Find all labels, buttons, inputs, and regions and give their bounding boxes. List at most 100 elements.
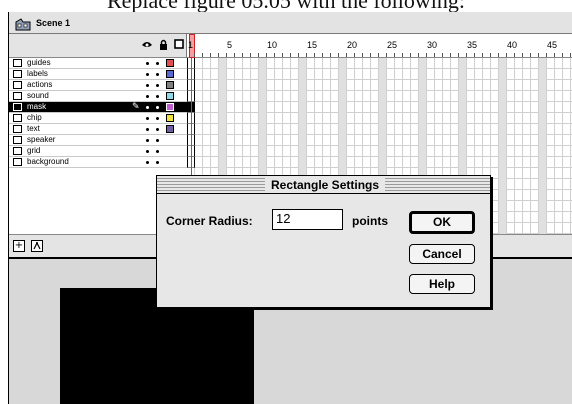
ruler-tick <box>194 53 195 57</box>
layer-row-mask[interactable]: mask ✎ <box>9 102 187 113</box>
visibility-dot[interactable] <box>146 128 149 131</box>
layer-row-text[interactable]: text <box>9 124 187 135</box>
frame-number: 15 <box>307 40 318 50</box>
visibility-dot[interactable] <box>146 62 149 65</box>
frame-number: 1 <box>188 40 194 50</box>
visibility-dot[interactable] <box>146 139 149 142</box>
add-guide-layer-icon[interactable] <box>31 240 43 252</box>
ruler-tick <box>202 53 203 57</box>
ruler-tick <box>514 53 515 57</box>
ruler-tick <box>418 53 419 57</box>
layer-name: speaker <box>27 135 56 144</box>
lock-dot[interactable] <box>156 128 159 131</box>
ruler-tick <box>282 53 283 57</box>
visibility-dot[interactable] <box>146 117 149 120</box>
help-button[interactable]: Help <box>409 274 475 294</box>
ruler-tick <box>306 53 307 57</box>
layer-page-icon <box>13 59 22 67</box>
lock-dot[interactable] <box>156 139 159 142</box>
outline-color-swatch[interactable] <box>166 125 174 133</box>
layer-name: text <box>27 124 40 133</box>
dialog-title: Rectangle Settings <box>265 177 386 193</box>
ruler-tick <box>570 53 571 57</box>
ruler-tick <box>482 53 483 57</box>
layer-row-background[interactable]: background <box>9 157 187 168</box>
layer-page-icon <box>13 103 22 111</box>
ruler-tick <box>346 53 347 57</box>
ruler-tick <box>250 53 251 57</box>
lock-dot[interactable] <box>156 106 159 109</box>
outline-icon[interactable] <box>173 38 185 50</box>
layer-row-actions[interactable]: actions <box>9 80 187 91</box>
layer-row-chip[interactable]: chip <box>9 113 187 124</box>
ruler-tick <box>330 53 331 57</box>
cancel-button[interactable]: Cancel <box>409 244 475 264</box>
layer-name: background <box>27 157 69 166</box>
layer-row-guides[interactable]: guides <box>9 58 187 69</box>
layer-name: grid <box>27 146 41 155</box>
visibility-dot[interactable] <box>146 150 149 153</box>
layer-row-sound[interactable]: sound <box>9 91 187 102</box>
lock-dot[interactable] <box>156 95 159 98</box>
ruler-tick <box>234 53 235 57</box>
layer-page-icon <box>13 92 22 100</box>
layer-row-grid[interactable]: grid <box>9 146 187 157</box>
layer-name: guides <box>27 58 51 67</box>
layer-page-icon <box>13 125 22 133</box>
visibility-dot[interactable] <box>146 161 149 164</box>
add-layer-icon[interactable]: + <box>13 240 25 252</box>
layer-row-labels[interactable]: labels <box>9 69 187 80</box>
ruler-tick <box>506 53 507 57</box>
layer-name: sound <box>27 91 49 100</box>
ruler-tick <box>450 53 451 57</box>
lock-dot[interactable] <box>156 84 159 87</box>
layer-page-icon <box>13 114 22 122</box>
lock-dot[interactable] <box>156 161 159 164</box>
ruler-tick <box>410 53 411 57</box>
frame-ruler[interactable]: 15101520253035404550 <box>187 34 572 58</box>
outline-color-swatch[interactable] <box>166 92 174 100</box>
outline-color-swatch[interactable] <box>166 114 174 122</box>
visibility-dot[interactable] <box>146 95 149 98</box>
layer-page-icon <box>13 81 22 89</box>
ruler-tick <box>394 53 395 57</box>
eye-icon[interactable] <box>141 38 153 50</box>
ruler-tick <box>522 53 523 57</box>
visibility-dot[interactable] <box>146 106 149 109</box>
outline-color-swatch[interactable] <box>166 70 174 78</box>
ruler-tick <box>370 53 371 57</box>
ruler-tick <box>490 53 491 57</box>
outline-color-swatch[interactable] <box>166 103 174 111</box>
ruler-tick <box>210 53 211 57</box>
ruler-tick <box>378 53 379 57</box>
corner-radius-input[interactable]: 12 <box>272 209 343 230</box>
ruler-tick <box>338 53 339 57</box>
frame-number: 40 <box>507 40 518 50</box>
outline-color-swatch[interactable] <box>166 59 174 67</box>
pencil-icon: ✎ <box>132 102 140 112</box>
lock-icon[interactable] <box>157 38 169 50</box>
ruler-tick <box>426 53 427 57</box>
ruler-tick <box>314 53 315 57</box>
lock-dot[interactable] <box>156 73 159 76</box>
ok-button[interactable]: OK <box>409 211 475 234</box>
outline-color-swatch[interactable] <box>166 81 174 89</box>
scene-icon <box>15 16 31 30</box>
dialog-titlebar[interactable]: Rectangle Settings <box>157 176 490 194</box>
visibility-dot[interactable] <box>146 84 149 87</box>
visibility-dot[interactable] <box>146 73 149 76</box>
lock-dot[interactable] <box>156 117 159 120</box>
layer-page-icon <box>13 147 22 155</box>
ruler-tick <box>434 53 435 57</box>
layer-header <box>9 34 187 58</box>
frame-number: 5 <box>227 40 233 50</box>
lock-dot[interactable] <box>156 150 159 153</box>
ruler-tick <box>546 53 547 57</box>
layer-row-speaker[interactable]: speaker <box>9 135 187 146</box>
ruler-tick <box>322 53 323 57</box>
frame-number: 30 <box>427 40 438 50</box>
ruler-tick <box>354 53 355 57</box>
ruler-tick <box>258 53 259 57</box>
lock-dot[interactable] <box>156 62 159 65</box>
ruler-tick <box>530 53 531 57</box>
